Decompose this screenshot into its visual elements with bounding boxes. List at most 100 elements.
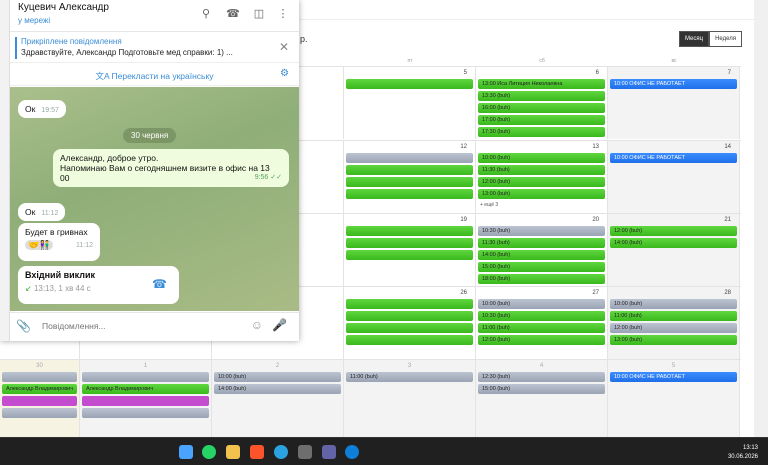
calendar-event[interactable]: 13:00 Иса Литиция Николаевна (478, 79, 605, 89)
calendar-event[interactable]: 13:00 (buh) (610, 335, 737, 345)
calendar-event[interactable]: Александр Владимирович (2, 384, 77, 394)
calendar-event[interactable] (346, 165, 473, 175)
calendar-event[interactable]: Александр Владимирович (82, 384, 209, 394)
calendar-day-cell[interactable]: 26 (344, 287, 476, 359)
calendar-event[interactable]: 10:00 (buh) (478, 153, 605, 163)
calendar-event[interactable]: 14:00 (buh) (214, 384, 341, 394)
calendar-day-cell[interactable]: 13 10:00 (buh) 11:30 (buh) 12:00 (buh) 13:00… (476, 141, 608, 213)
telegram-icon[interactable] (274, 445, 288, 459)
more-options-icon[interactable]: ⋮ (276, 7, 290, 21)
calendar-event[interactable]: 14:00 (buh) (610, 238, 737, 248)
start-menu-icon[interactable] (179, 445, 193, 459)
calendar-event[interactable]: 10:00 ОФИС НЕ РАБОТАЕТ (610, 79, 737, 89)
calendar-event[interactable]: 15:00 (buh) (478, 262, 605, 272)
emoji-icon[interactable]: ☺ (251, 318, 263, 332)
calendar-event[interactable] (82, 396, 209, 406)
calendar-event[interactable] (346, 323, 473, 333)
calendar-event[interactable]: 11:00 (buh) (478, 323, 605, 333)
media-app-icon[interactable] (298, 445, 312, 459)
search-icon[interactable]: ⚲ (199, 7, 213, 21)
message-input[interactable] (42, 321, 232, 331)
scrollbar[interactable] (754, 0, 768, 437)
calendar-event[interactable]: 18:00 (buh) (478, 274, 605, 284)
calendar-event[interactable]: 10:00 (buh) (610, 299, 737, 309)
calendar-event[interactable]: 11:30 (buh) (478, 165, 605, 175)
calendar-event[interactable] (346, 79, 473, 89)
calendar-event[interactable]: 16:00 (buh) (478, 103, 605, 113)
calendar-event[interactable]: 10:30 (buh) (478, 226, 605, 236)
calendar-event[interactable] (346, 311, 473, 321)
calendar-event[interactable]: 11:30 (buh) (478, 238, 605, 248)
system-clock[interactable]: 13:13 30.06.2026 (728, 444, 758, 462)
file-explorer-icon[interactable] (226, 445, 240, 459)
calendar-event[interactable]: 15:00 (buh) (478, 384, 605, 394)
calendar-event[interactable] (346, 153, 473, 163)
calendar-day-cell[interactable]: 28 10:00 (buh) 11:00 (buh) 12:00 (buh) 13:00… (608, 287, 740, 359)
teams-icon[interactable] (322, 445, 336, 459)
calendar-event[interactable] (346, 238, 473, 248)
calendar-day-cell[interactable]: 7 10:00 ОФИС НЕ РАБОТАЕТ (608, 67, 740, 139)
calendar-day-cell[interactable]: 4 12:30 (buh) 15:00 (buh) (476, 360, 608, 437)
brave-browser-icon[interactable] (250, 445, 264, 459)
day-number: 3 (407, 363, 412, 369)
calendar-day-cell[interactable]: 27 10:00 (buh) 10:30 (buh) 11:00 (buh) 12:00… (476, 287, 608, 359)
calendar-event[interactable]: 10:00 ОФИС НЕ РАБОТАЕТ (610, 153, 737, 163)
calendar-day-cell[interactable]: 20 10:30 (buh) 11:30 (buh) 14:00 (buh) 15:00… (476, 214, 608, 286)
calendar-day-cell[interactable]: 2 10:00 (buh) 14:00 (buh) (212, 360, 344, 437)
whatsapp-icon[interactable] (202, 445, 216, 459)
calendar-day-cell[interactable]: 3 11:00 (buh) (344, 360, 476, 437)
more-events-link[interactable]: + ещё 3 (480, 202, 498, 208)
calendar-event[interactable] (2, 372, 77, 382)
calendar-event[interactable]: 17:00 (buh) (478, 115, 605, 125)
calendar-event[interactable]: 13:00 (buh) (478, 189, 605, 199)
close-icon[interactable]: ✕ (279, 40, 289, 54)
calendar-event[interactable]: 12:00 (buh) (478, 177, 605, 187)
calendar-event[interactable]: 13:30 (buh) (478, 91, 605, 101)
view-month-button[interactable]: Месяц (678, 31, 710, 47)
calendar-day-cell[interactable]: 6 13:00 Иса Литиция Николаевна 13:30 (buh)… (476, 67, 608, 139)
calendar-event[interactable]: 10:00 ОФИС НЕ РАБОТАЕТ (610, 372, 737, 382)
calendar-day-cell[interactable]: 1 Александр Владимирович (80, 360, 212, 437)
calendar-event[interactable] (82, 408, 209, 418)
chat-header[interactable]: Куцевич Александр у мережі ⚲ ☎ ◫ ⋮ (10, 0, 299, 32)
calendar-event[interactable] (346, 250, 473, 260)
translate-settings-icon[interactable]: ⚙ (280, 68, 289, 79)
pinned-message-bar[interactable]: Прикріплене повідомлення Здравствуйте, А… (10, 33, 299, 63)
calendar-day-cell[interactable]: 30 Александр Владимирович (0, 360, 80, 437)
calendar-event[interactable] (2, 408, 77, 418)
calendar-event[interactable]: 12:00 (buh) (610, 226, 737, 236)
calendar-event[interactable] (346, 335, 473, 345)
calendar-event[interactable]: 14:00 (buh) (478, 250, 605, 260)
calendar-event[interactable]: 12:30 (buh) (478, 372, 605, 382)
calendar-day-cell[interactable]: 19 (344, 214, 476, 286)
microphone-icon[interactable]: 🎤 (272, 318, 287, 332)
calendar-event[interactable]: 10:00 (buh) (478, 299, 605, 309)
calendar-event[interactable] (346, 189, 473, 199)
incoming-call-message[interactable]: Вхідний виклик ↙ 13:13, 1 хв 44 с ☎ (18, 266, 179, 304)
sidebar-toggle-icon[interactable]: ◫ (252, 7, 266, 21)
translate-bar[interactable]: 文A Перекласти на українську ⚙ (10, 64, 299, 86)
calendar-event[interactable] (82, 372, 209, 382)
attach-icon[interactable]: 📎 (16, 319, 31, 333)
calendar-day-cell[interactable]: 21 12:00 (buh) 14:00 (buh) (608, 214, 740, 286)
phone-icon[interactable]: ☎ (152, 277, 167, 291)
calendar-event[interactable] (2, 396, 77, 406)
calendar-event[interactable]: 10:00 (buh) (214, 372, 341, 382)
calendar-event[interactable]: 11:00 (buh) (346, 372, 473, 382)
calendar-event[interactable] (346, 299, 473, 309)
calendar-day-cell[interactable]: 14 10:00 ОФИС НЕ РАБОТАЕТ (608, 141, 740, 213)
calendar-day-cell[interactable]: 12 (344, 141, 476, 213)
calendar-event[interactable] (346, 177, 473, 187)
calendar-event[interactable]: 17:30 (buh) (478, 127, 605, 137)
calendar-event[interactable]: 11:00 (buh) (610, 311, 737, 321)
message-footer: 🤝👫 11:12 (25, 240, 93, 251)
calendar-event[interactable]: 10:30 (buh) (478, 311, 605, 321)
view-week-button[interactable]: Неделя (709, 31, 742, 47)
calendar-event[interactable]: 12:00 (buh) (478, 335, 605, 345)
browser-icon[interactable] (345, 445, 359, 459)
calendar-day-cell[interactable]: 5 10:00 ОФИС НЕ РАБОТАЕТ (608, 360, 740, 437)
calendar-day-cell[interactable]: 5 (344, 67, 476, 139)
calendar-event[interactable] (346, 226, 473, 236)
calendar-event[interactable]: 12:00 (buh) (610, 323, 737, 333)
phone-call-icon[interactable]: ☎ (226, 7, 240, 21)
